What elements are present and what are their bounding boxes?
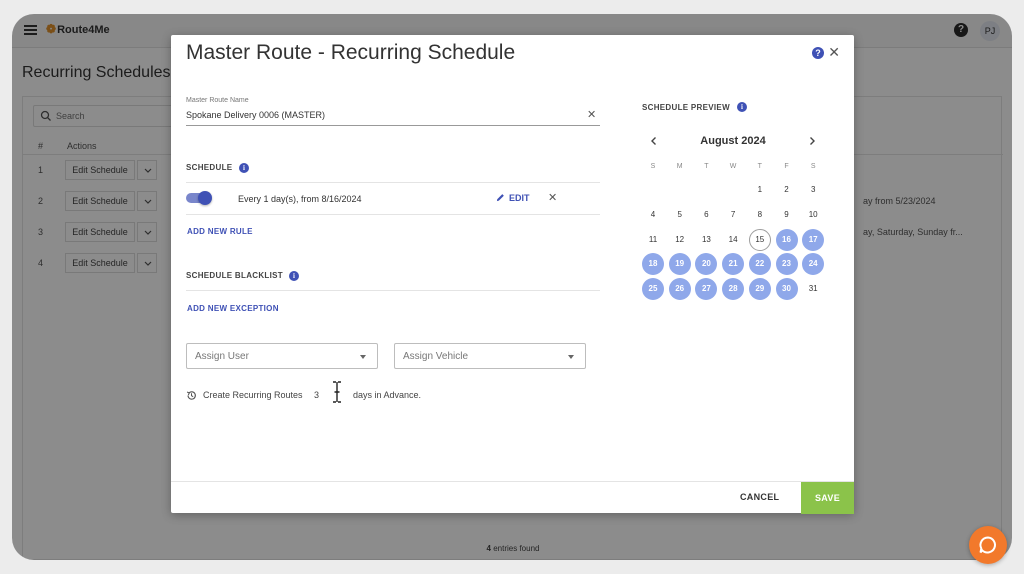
calendar-day[interactable]: 1 [749,179,771,201]
route-name-label: Master Route Name [186,97,249,104]
calendar-month-label: August 2024 [700,135,766,147]
close-icon[interactable]: ✕ [828,45,840,59]
calendar-weekday: S [650,163,656,170]
edit-rule-button[interactable]: EDIT [496,193,530,203]
route-name-underline [186,125,600,126]
info-icon[interactable]: i [289,271,299,281]
calendar-day[interactable]: 4 [642,204,664,226]
calendar-day[interactable]: 12 [669,229,691,251]
add-new-rule-button[interactable]: ADD NEW RULE [187,227,253,236]
calendar-weekday: S [810,163,816,170]
calendar-day[interactable]: 6 [695,204,717,226]
info-icon[interactable]: i [239,163,249,173]
calendar-day[interactable]: 5 [669,204,691,226]
schedule-preview-title: SCHEDULE PREVIEW [642,103,730,112]
help-icon[interactable]: ? [812,47,824,59]
calendar-day[interactable]: 14 [722,229,744,251]
pencil-icon [496,194,504,202]
advance-label-after: days in Advance. [353,390,422,400]
blacklist-section-title: SCHEDULE BLACKLIST [186,271,283,280]
calendar-day[interactable]: 7 [722,204,744,226]
chat-icon [979,536,996,554]
info-icon[interactable]: i [737,102,747,112]
chevron-right-icon[interactable] [806,135,818,147]
assign-vehicle-select[interactable]: Assign Vehicle [394,343,586,369]
calendar-day[interactable]: 16 [775,228,798,251]
advance-label-before: Create Recurring Routes [203,390,303,400]
remove-rule-icon[interactable]: ✕ [548,191,557,204]
recurring-schedule-dialog: Master Route - Recurring Schedule ? ✕ Ma… [171,35,854,514]
divider [186,182,600,183]
assign-user-select[interactable]: Assign User [186,343,378,369]
dialog-title: Master Route - Recurring Schedule [186,41,516,64]
calendar-weekday: T [704,163,709,170]
dialog-footer: CANCEL SAVE [171,481,854,514]
schedule-section-title: SCHEDULE [186,163,233,172]
calendar-day[interactable]: 23 [775,253,798,276]
save-button[interactable]: SAVE [801,482,854,514]
calendar-day[interactable]: 2 [776,179,798,201]
calendar-day[interactable]: 9 [776,204,798,226]
calendar-day[interactable]: 25 [642,278,664,301]
text-cursor-icon [333,380,341,404]
calendar-day[interactable]: 15 [748,228,771,251]
calendar-day[interactable]: 17 [802,228,825,251]
caret-down-icon [360,355,366,359]
clear-icon[interactable]: ✕ [587,108,596,121]
calendar-day[interactable]: 24 [802,253,825,276]
assign-vehicle-placeholder: Assign Vehicle [403,351,469,362]
divider [186,214,600,215]
route-name-input[interactable]: Spokane Delivery 0006 (MASTER) [186,110,325,120]
caret-down-icon [568,355,574,359]
divider [186,290,600,291]
calendar-day[interactable]: 20 [695,253,718,276]
add-new-exception-button[interactable]: ADD NEW EXCEPTION [187,304,279,313]
calendar-weekday: W [729,163,737,170]
assign-user-placeholder: Assign User [195,351,249,362]
advance-days-input[interactable]: 3 [314,390,319,400]
calendar-day[interactable]: 28 [722,278,745,301]
calendar-day[interactable]: 29 [748,278,771,301]
calendar-weekday: F [784,163,789,170]
calendar-day[interactable]: 8 [749,204,771,226]
history-icon [186,391,196,400]
calendar-day[interactable]: 21 [722,253,745,276]
calendar-day[interactable]: 30 [775,278,798,301]
calendar-day[interactable]: 13 [695,229,717,251]
calendar-day[interactable]: 3 [802,179,824,201]
calendar-day[interactable]: 18 [642,253,664,276]
calendar-day[interactable]: 10 [802,204,824,226]
rule-enabled-toggle[interactable] [186,191,212,205]
toggle-knob [198,191,212,205]
calendar-day[interactable]: 31 [802,278,824,300]
calendar-weekday: T [757,163,762,170]
calendar-day[interactable]: 26 [668,278,691,301]
calendar-day[interactable]: 22 [748,253,771,276]
schedule-rule-text: Every 1 day(s), from 8/16/2024 [238,194,362,204]
calendar-day[interactable]: 19 [668,253,691,276]
calendar-weekday: M [676,163,683,170]
cancel-button[interactable]: CANCEL [740,492,779,502]
edit-rule-label: EDIT [509,193,530,203]
chat-button[interactable] [969,526,1007,564]
calendar-day[interactable]: 11 [642,229,664,251]
calendar-day[interactable]: 27 [695,278,718,301]
